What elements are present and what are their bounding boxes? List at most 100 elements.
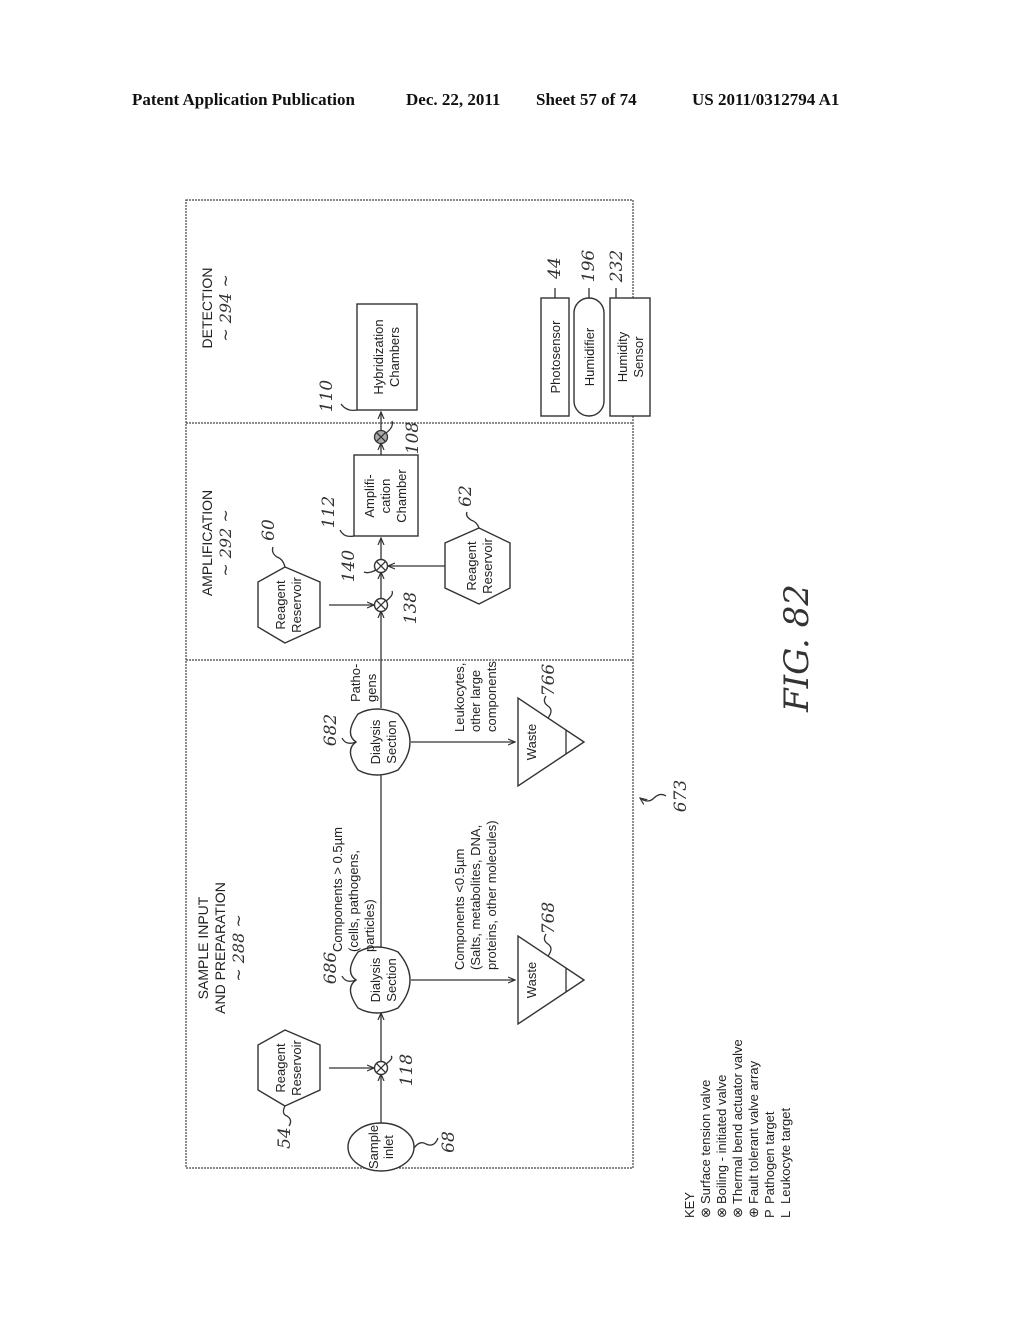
svg-text:Boiling - initiated valve: Boiling - initiated valve [714, 1075, 729, 1204]
svg-text:(cells, pathogens,: (cells, pathogens, [346, 850, 361, 952]
svg-text:Reservoir: Reservoir [289, 1040, 304, 1096]
svg-text:Components <0.5µm: Components <0.5µm [452, 849, 467, 970]
svg-text:112: 112 [319, 496, 339, 528]
valve-108: 108 [373, 420, 423, 455]
svg-text:138: 138 [401, 592, 421, 625]
svg-text:Sample: Sample [366, 1125, 381, 1169]
svg-text:Hybridization: Hybridization [371, 319, 386, 394]
label-components-small: Components <0.5µm (Salts, metabolites, D… [452, 820, 499, 970]
svg-text:232: 232 [607, 250, 627, 283]
figure-ref-673: 673 [640, 780, 691, 812]
svg-text:54: 54 [275, 1127, 295, 1149]
key-legend: KEY ⊗ Surface tension valve ⊗ Boiling - … [682, 1039, 793, 1218]
svg-text:Photosensor: Photosensor [548, 320, 563, 394]
svg-text:108: 108 [403, 422, 423, 455]
key-item: ⊗ Surface tension valve [698, 1080, 713, 1218]
svg-text:Waste: Waste [524, 724, 539, 760]
svg-text:68: 68 [439, 1131, 459, 1153]
svg-text:673: 673 [671, 780, 691, 812]
hybridization-chambers: Hybridization Chambers 110 [317, 303, 418, 413]
valve-140: 140 [339, 550, 389, 583]
key-item: ⊕ Fault tolerant valve array [746, 1060, 761, 1218]
svg-text:768: 768 [539, 902, 559, 935]
svg-text:Section: Section [384, 958, 399, 1001]
svg-text:140: 140 [339, 550, 359, 583]
svg-text:Reservoir: Reservoir [480, 538, 495, 594]
svg-text:components: components [484, 661, 499, 732]
svg-text:Reagent: Reagent [464, 541, 479, 591]
svg-text:Components > 0.5µm: Components > 0.5µm [330, 827, 345, 952]
svg-text:SAMPLE INPUT: SAMPLE INPUT [195, 896, 211, 999]
svg-text:Reagent: Reagent [273, 580, 288, 630]
svg-text:766: 766 [539, 664, 559, 697]
svg-text:cation: cation [378, 479, 393, 514]
svg-text:particles): particles) [362, 899, 377, 952]
svg-text:Fault tolerant valve array: Fault tolerant valve array [746, 1060, 761, 1204]
svg-text:P: P [762, 1209, 777, 1218]
svg-text:L: L [778, 1211, 793, 1218]
svg-text:⊗: ⊗ [698, 1207, 713, 1218]
svg-text:AMPLIFICATION: AMPLIFICATION [199, 490, 215, 596]
svg-text:118: 118 [397, 1054, 417, 1087]
svg-text:Thermal bend actuator valve: Thermal bend actuator valve [730, 1039, 745, 1204]
dialysis-section-686: Dialysis Section 686 [321, 946, 411, 1014]
svg-text:Amplifi-: Amplifi- [362, 474, 377, 517]
svg-text:DETECTION: DETECTION [199, 268, 215, 349]
svg-text:~ 292 ~: ~ 292 ~ [216, 509, 235, 577]
svg-text:Chambers: Chambers [387, 327, 402, 387]
label-leukocytes: Leukocytes, other large components [452, 661, 499, 732]
svg-text:Humidifier: Humidifier [582, 327, 597, 386]
svg-text:AND PREPARATION: AND PREPARATION [212, 882, 228, 1014]
reagent-reservoir-62: Reagent Reservoir 62 [444, 485, 511, 605]
label-components-large: Components > 0.5µm (cells, pathogens, pa… [330, 827, 377, 952]
svg-text:60: 60 [259, 519, 279, 541]
svg-text:Pathogen target: Pathogen target [762, 1111, 777, 1204]
svg-text:Section: Section [384, 720, 399, 763]
svg-text:(Salts, metabolites, DNA,: (Salts, metabolites, DNA, [468, 825, 483, 970]
waste-768: Waste 768 [517, 902, 586, 1026]
svg-text:Patho-: Patho- [348, 664, 363, 702]
svg-text:Leukocyte target: Leukocyte target [778, 1107, 793, 1204]
diagram: SAMPLE INPUT AND PREPARATION ~ 288 ~ AMP… [185, 199, 817, 1218]
svg-text:62: 62 [456, 485, 476, 507]
svg-text:Surface tension valve: Surface tension valve [698, 1080, 713, 1204]
label-pathogens: Patho- gens [348, 664, 379, 702]
section-detection-heading: DETECTION ~ 294 ~ [199, 268, 235, 349]
svg-text:⊗: ⊗ [714, 1207, 729, 1218]
svg-text:682: 682 [321, 714, 341, 746]
amplification-chamber: Amplifi- cation Chamber 112 [319, 454, 419, 538]
svg-text:⊗: ⊗ [730, 1207, 745, 1218]
svg-text:~ 288 ~: ~ 288 ~ [229, 914, 248, 982]
svg-text:Reagent: Reagent [273, 1043, 288, 1093]
key-title: KEY [682, 1192, 697, 1218]
svg-text:196: 196 [579, 250, 599, 283]
section-sample-heading: SAMPLE INPUT AND PREPARATION ~ 288 ~ [195, 882, 248, 1014]
svg-text:proteins, other molecules): proteins, other molecules) [484, 820, 499, 970]
svg-text:Dialysis: Dialysis [368, 957, 383, 1002]
svg-text:110: 110 [317, 380, 337, 413]
section-amplification-heading: AMPLIFICATION ~ 292 ~ [199, 490, 235, 596]
humidifier: Humidifier 196 [573, 250, 605, 417]
svg-text:⊕: ⊕ [746, 1207, 761, 1218]
svg-text:other large: other large [468, 670, 483, 732]
key-item: P Pathogen target [762, 1111, 777, 1218]
svg-text:Reservoir: Reservoir [289, 577, 304, 633]
svg-text:Waste: Waste [524, 962, 539, 998]
svg-text:gens: gens [364, 673, 379, 702]
svg-text:Chamber: Chamber [394, 469, 409, 523]
svg-text:Dialysis: Dialysis [368, 719, 383, 764]
photosensor: Photosensor 44 [540, 257, 570, 417]
reagent-reservoir-60: Reagent Reservoir 60 [257, 519, 321, 644]
humidity-sensor: Humidity Sensor 232 [607, 250, 651, 417]
svg-text:44: 44 [545, 257, 565, 280]
key-item: ⊗ Thermal bend actuator valve [730, 1039, 745, 1218]
waste-766: Waste 766 [517, 664, 586, 788]
svg-text:Leukocytes,: Leukocytes, [452, 663, 467, 732]
svg-text:inlet: inlet [381, 1135, 396, 1159]
reagent-reservoir-54: Reagent Reservoir 54 [257, 1029, 321, 1149]
svg-text:Humidity: Humidity [615, 331, 630, 382]
svg-text:686: 686 [321, 952, 341, 985]
figure-label: FIG. 82 [777, 584, 817, 713]
key-item: L Leukocyte target [778, 1107, 793, 1218]
sample-inlet: Sample inlet 68 [347, 1122, 459, 1172]
